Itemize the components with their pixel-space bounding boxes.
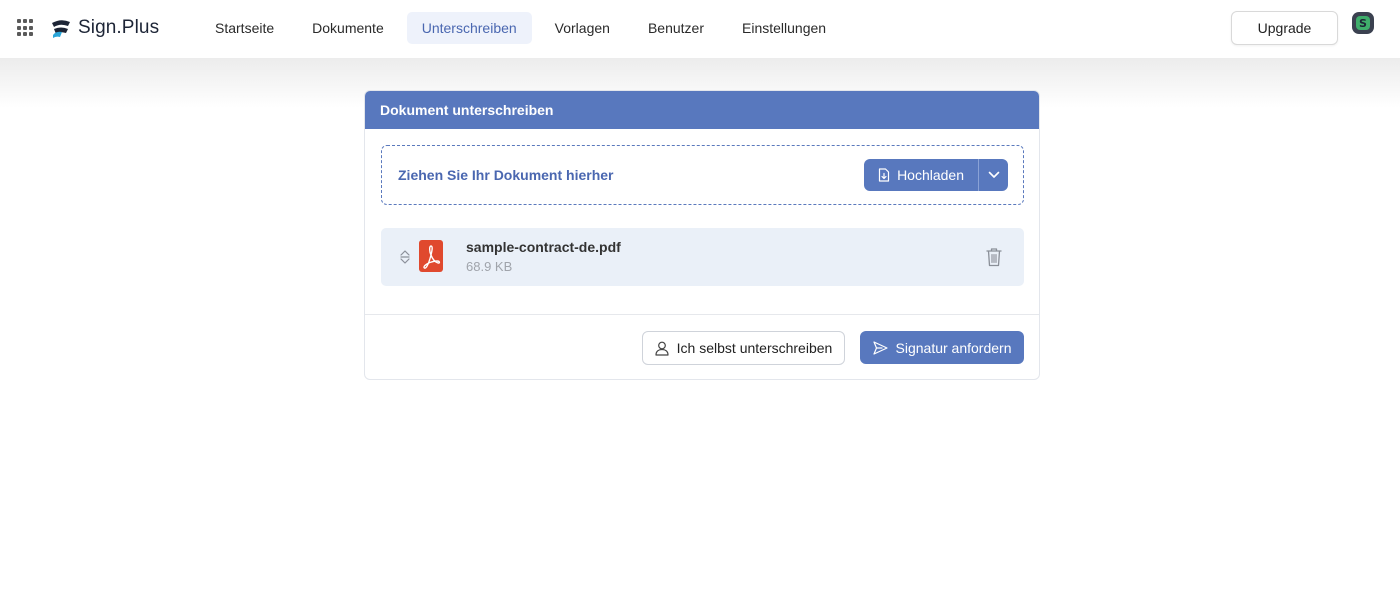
upload-options-dropdown[interactable]: [978, 159, 1008, 191]
user-icon: [655, 341, 669, 356]
document-dropzone[interactable]: Ziehen Sie Ihr Dokument hierher Hochlade…: [381, 145, 1024, 205]
nav-item-benutzer[interactable]: Benutzer: [633, 12, 719, 44]
trash-icon[interactable]: [985, 247, 1003, 267]
nav-item-dokumente[interactable]: Dokumente: [297, 12, 399, 44]
footer-divider: [365, 314, 1039, 315]
nav-item-einstellungen[interactable]: Einstellungen: [727, 12, 841, 44]
sign-document-card: Dokument unterschreiben Ziehen Sie Ihr D…: [364, 90, 1040, 380]
nav-item-vorlagen[interactable]: Vorlagen: [540, 12, 625, 44]
logo[interactable]: Sign.Plus: [50, 15, 159, 41]
file-upload-icon: [878, 168, 890, 182]
top-navigation-bar: Sign.Plus Startseite Dokumente Unterschr…: [0, 0, 1400, 58]
upload-button[interactable]: Hochladen: [864, 159, 978, 191]
apps-grid-icon[interactable]: [17, 19, 35, 37]
avatar[interactable]: S: [1352, 12, 1374, 34]
uploaded-file-row: sample-contract-de.pdf 68.9 KB: [381, 228, 1024, 286]
request-signature-button[interactable]: Signatur anfordern: [860, 331, 1024, 364]
request-signature-label: Signatur anfordern: [895, 339, 1012, 356]
drag-handle-icon[interactable]: [399, 249, 411, 265]
upgrade-button[interactable]: Upgrade: [1231, 11, 1338, 45]
sign-plus-logo-icon: [52, 20, 70, 38]
upload-button-group: Hochladen: [864, 159, 1008, 191]
nav-item-startseite[interactable]: Startseite: [200, 12, 289, 44]
dropzone-text: Ziehen Sie Ihr Dokument hierher: [398, 167, 614, 183]
card-title: Dokument unterschreiben: [365, 91, 1039, 129]
main-nav: Startseite Dokumente Unterschreiben Vorl…: [200, 12, 849, 44]
self-sign-button[interactable]: Ich selbst unterschreiben: [642, 331, 845, 365]
avatar-letter: S: [1356, 16, 1370, 30]
upload-button-label: Hochladen: [897, 167, 964, 183]
nav-item-unterschreiben[interactable]: Unterschreiben: [406, 12, 532, 44]
file-size: 68.9 KB: [466, 259, 513, 274]
logo-text: Sign.Plus: [78, 17, 160, 38]
chevron-down-icon: [988, 171, 999, 178]
self-sign-label: Ich selbst unterschreiben: [676, 340, 833, 356]
pdf-file-icon: [419, 240, 443, 272]
file-name: sample-contract-de.pdf: [466, 239, 621, 255]
send-icon: [872, 340, 888, 355]
